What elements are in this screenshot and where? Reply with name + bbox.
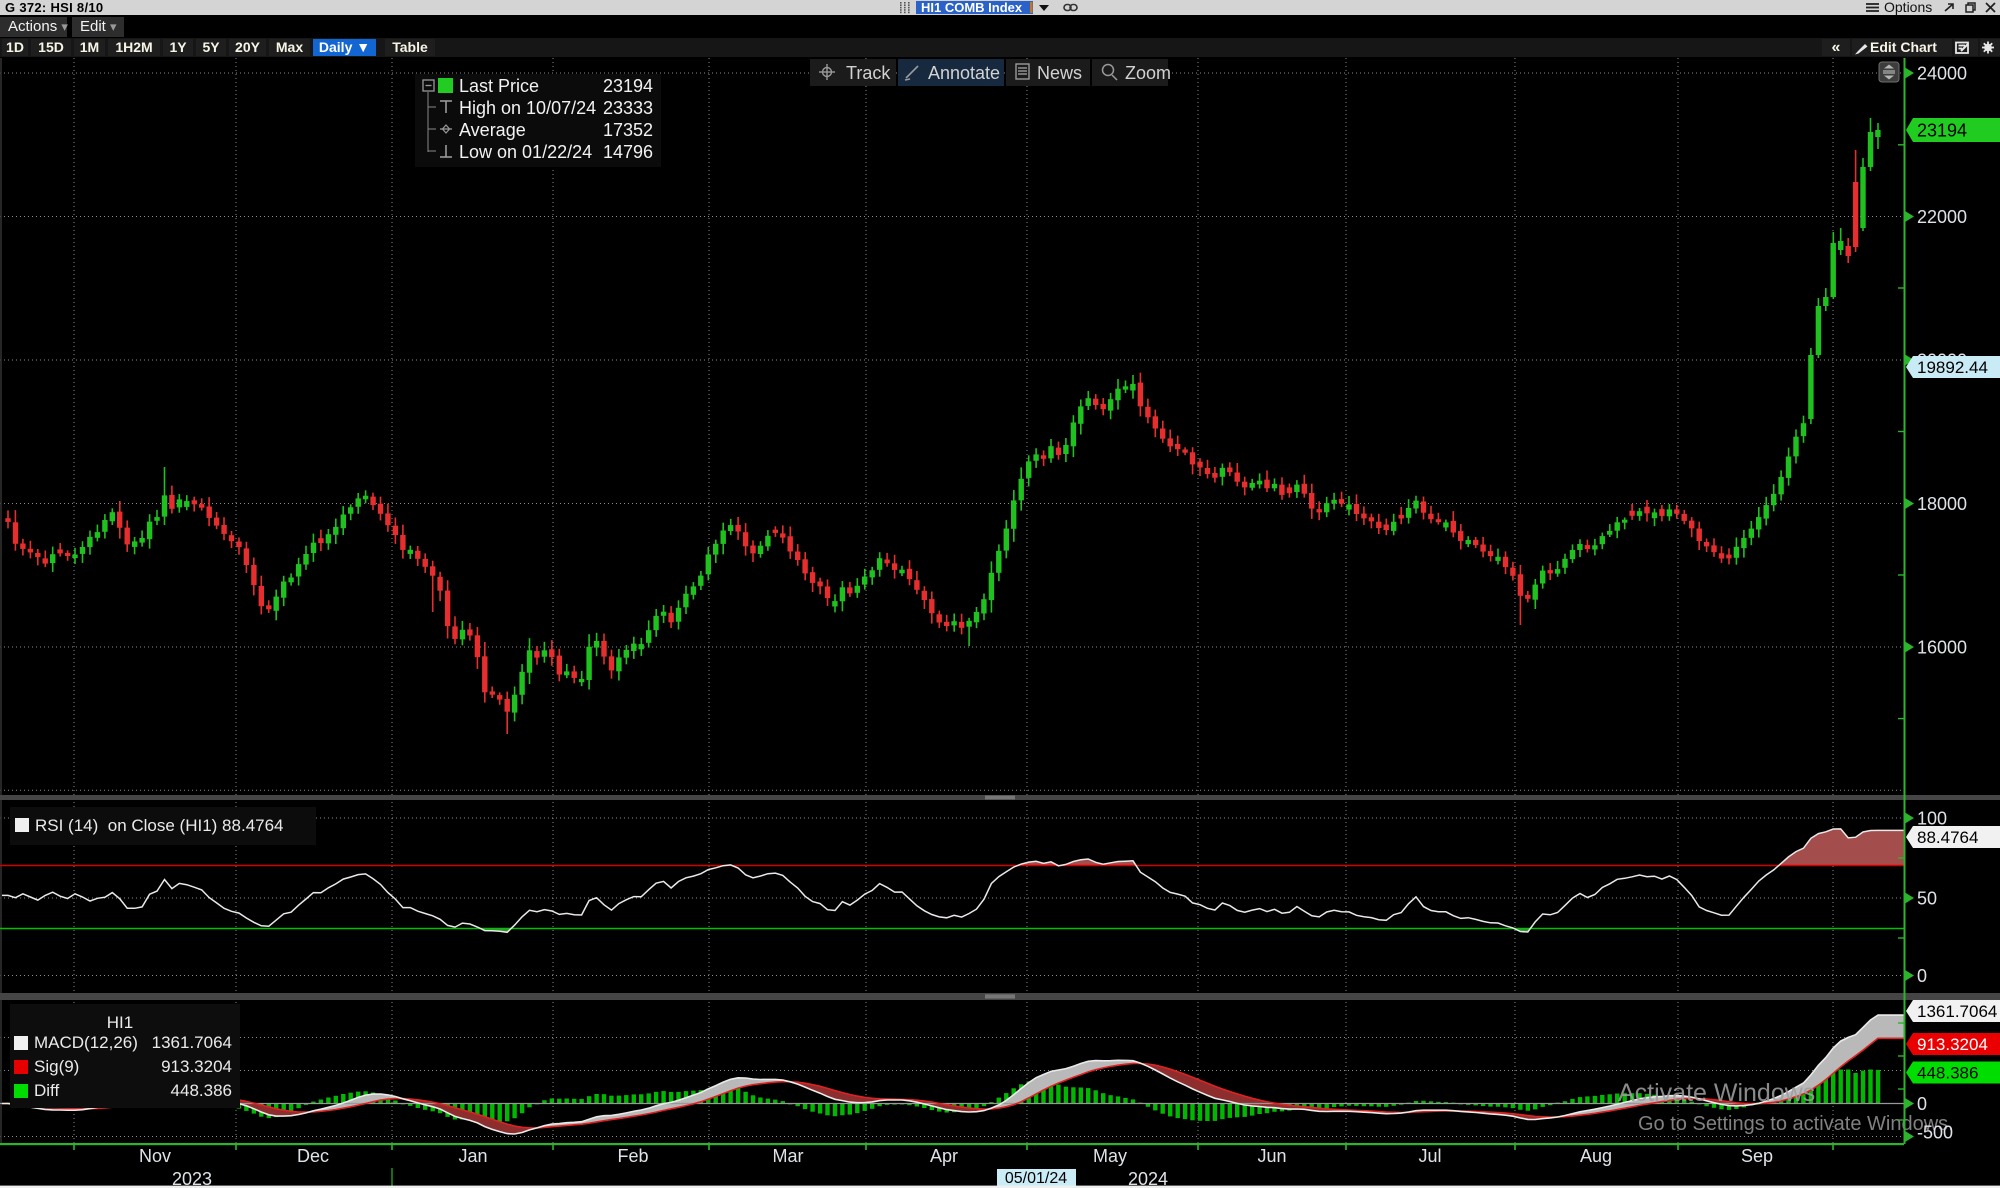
svg-text:Apr: Apr (930, 1146, 958, 1166)
svg-text:913.3204: 913.3204 (161, 1057, 232, 1076)
svg-text:Go to Settings to activate Win: Go to Settings to activate Windows. (1638, 1113, 1954, 1135)
svg-text:Last Price: Last Price (459, 76, 539, 96)
svg-text:1361.7064: 1361.7064 (152, 1033, 232, 1052)
svg-text:100: 100 (1917, 809, 1947, 829)
svg-text:05/01/24: 05/01/24 (1005, 1170, 1067, 1187)
svg-text:RSI (14) on Close (HI1) 88.47: RSI (14) on Close (HI1) 88.4764 (35, 816, 284, 835)
svg-text:448.386: 448.386 (171, 1081, 232, 1100)
svg-text:0: 0 (1917, 1094, 1927, 1114)
svg-text:Feb: Feb (617, 1146, 648, 1166)
svg-text:23333: 23333 (603, 98, 653, 118)
svg-text:Options: Options (1884, 0, 1932, 15)
svg-text:23194: 23194 (1917, 120, 1967, 140)
svg-text:Sep: Sep (1741, 1146, 1773, 1166)
svg-text:Activate Windows: Activate Windows (1618, 1079, 1815, 1107)
svg-text:Jul: Jul (1418, 1146, 1441, 1166)
svg-text:HI1: HI1 (107, 1013, 133, 1032)
svg-text:Sig(9): Sig(9) (34, 1057, 79, 1076)
svg-text:Track: Track (846, 63, 891, 83)
svg-text:Mar: Mar (773, 1146, 804, 1166)
svg-text:16000: 16000 (1917, 638, 1967, 658)
svg-text:MACD(12,26): MACD(12,26) (34, 1033, 138, 1052)
svg-text:23194: 23194 (603, 76, 653, 96)
svg-text:Annotate: Annotate (928, 63, 1000, 83)
svg-text:18000: 18000 (1917, 494, 1967, 514)
svg-text:22000: 22000 (1917, 207, 1967, 227)
svg-text:News: News (1037, 63, 1082, 83)
svg-text:May: May (1093, 1146, 1127, 1166)
svg-text:0: 0 (1917, 966, 1927, 986)
svg-text:2024: 2024 (1128, 1169, 1168, 1188)
svg-text:Jun: Jun (1257, 1146, 1286, 1166)
svg-text:Jan: Jan (458, 1146, 487, 1166)
svg-text:14796: 14796 (603, 142, 653, 162)
svg-text:-500: -500 (1917, 1123, 1953, 1143)
svg-text:913.3204: 913.3204 (1917, 1035, 1988, 1054)
svg-text:448.386: 448.386 (1917, 1064, 1978, 1083)
svg-text:Aug: Aug (1580, 1146, 1612, 1166)
svg-text:Dec: Dec (297, 1146, 329, 1166)
svg-text:88.4764: 88.4764 (1917, 828, 1978, 847)
svg-text:19892.44: 19892.44 (1917, 358, 1988, 377)
svg-text:2023: 2023 (172, 1169, 212, 1188)
svg-text:High on 10/07/24: High on 10/07/24 (459, 98, 596, 118)
svg-text:50: 50 (1917, 889, 1937, 909)
svg-text:HI1 COMB Index: HI1 COMB Index (921, 0, 1023, 15)
svg-text:Low on 01/22/24: Low on 01/22/24 (459, 142, 592, 162)
svg-text:24000: 24000 (1917, 64, 1967, 84)
svg-text:1361.7064: 1361.7064 (1917, 1002, 1997, 1021)
svg-text:Diff: Diff (34, 1081, 59, 1100)
svg-text:Zoom: Zoom (1125, 63, 1171, 83)
svg-text:Average: Average (459, 120, 526, 140)
svg-text:Nov: Nov (139, 1146, 171, 1166)
svg-text:17352: 17352 (603, 120, 653, 140)
